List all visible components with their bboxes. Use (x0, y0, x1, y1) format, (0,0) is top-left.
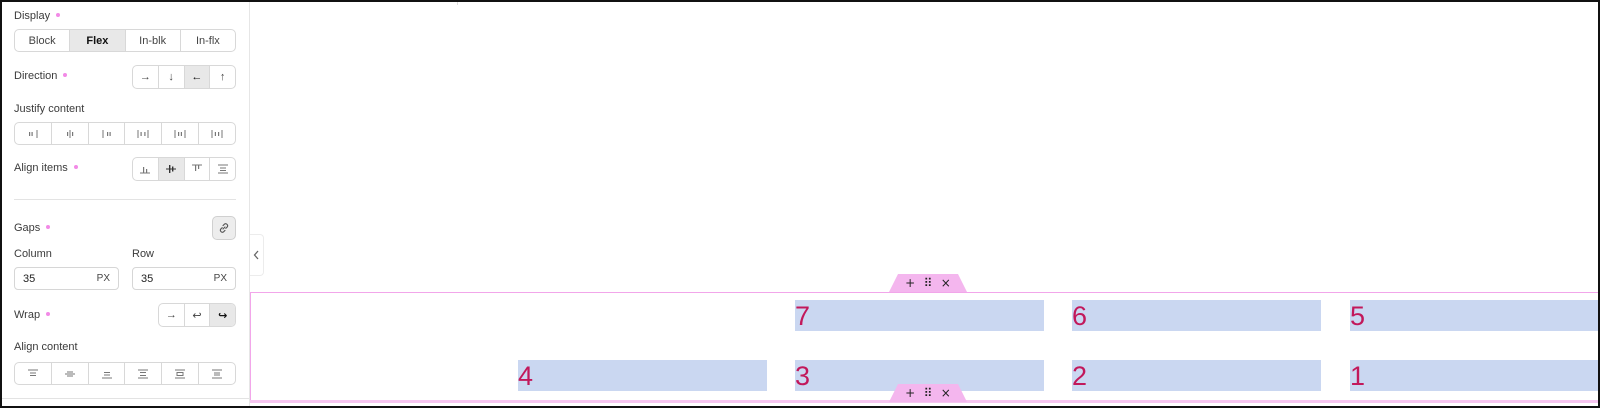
align-end-icon[interactable] (133, 158, 158, 180)
display-option-inline-block[interactable]: In-blk (124, 30, 180, 51)
nowrap-button[interactable]: → (159, 304, 184, 326)
remove-element-button[interactable]: × (941, 387, 951, 399)
column-gap-unit[interactable]: PX (97, 273, 110, 284)
flex-item-label: 7 (795, 301, 811, 331)
justify-content-label: Justify content (14, 103, 85, 115)
drag-handle-icon[interactable]: ⠿ (924, 277, 933, 289)
direction-row-button[interactable]: → (133, 66, 158, 88)
required-dot-icon (73, 165, 78, 170)
align-content-center-icon[interactable] (50, 363, 88, 384)
align-content-space-between-icon[interactable] (124, 363, 161, 384)
justify-space-between-icon[interactable] (124, 123, 161, 144)
row-gap-input[interactable]: 35 PX (132, 267, 236, 290)
wrap-label: Wrap (14, 309, 51, 321)
row-gap-value: 35 (141, 272, 154, 285)
direction-column-button[interactable]: ↓ (157, 66, 184, 88)
align-stretch-icon[interactable] (209, 158, 235, 180)
element-toolbar-top: + ⠿ × (889, 274, 967, 292)
justify-space-around-icon[interactable] (161, 123, 198, 144)
flex-item-2[interactable]: 2 (1072, 360, 1321, 391)
display-option-flex[interactable]: Flex (69, 30, 125, 51)
align-content-space-around-icon[interactable] (161, 363, 198, 384)
column-gap-input[interactable]: 35 PX (14, 267, 119, 290)
add-element-button[interactable]: + (905, 277, 915, 289)
direction-label: Direction (14, 70, 68, 82)
wrap-segmented-control: → ↩ ↪ (158, 303, 236, 327)
link-gaps-button[interactable] (212, 216, 236, 240)
direction-row-reverse-button[interactable]: ← (183, 66, 210, 88)
justify-center-icon[interactable] (50, 123, 88, 144)
direction-column-reverse-button[interactable]: ↑ (209, 66, 235, 88)
canvas-tick-mark (457, 2, 458, 5)
flex-item-label: 1 (1350, 361, 1366, 391)
link-icon (219, 223, 229, 233)
required-dot-icon (63, 73, 68, 78)
section-divider (2, 398, 249, 399)
display-segmented-control: Block Flex In-blk In-flx (14, 29, 236, 52)
align-center-icon[interactable] (157, 158, 184, 180)
style-sidebar: Display Block Flex In-blk In-flx Directi… (2, 2, 250, 406)
align-content-stretch-icon[interactable] (198, 363, 235, 384)
flex-item-label: 4 (518, 361, 534, 391)
flex-item-label: 6 (1072, 301, 1088, 331)
align-content-start-icon[interactable] (15, 363, 51, 384)
align-start-icon[interactable] (183, 158, 210, 180)
flex-item-4[interactable]: 4 (518, 360, 767, 391)
required-dot-icon (46, 312, 51, 317)
align-content-end-icon[interactable] (87, 363, 125, 384)
display-option-block[interactable]: Block (15, 30, 69, 51)
required-dot-icon (56, 13, 61, 18)
wrap-reverse-button[interactable]: ↪ (209, 304, 235, 326)
row-gap-label: Row (132, 248, 155, 260)
justify-content-segmented-control (14, 122, 236, 145)
justify-start-icon[interactable] (15, 123, 51, 144)
align-content-segmented-control (14, 362, 236, 385)
align-items-label: Align items (14, 162, 78, 174)
display-label: Display (14, 10, 61, 22)
flex-item-label: 2 (1072, 361, 1088, 391)
app-window: Display Block Flex In-blk In-flx Directi… (0, 0, 1600, 408)
justify-space-evenly-icon[interactable] (198, 123, 235, 144)
justify-end-icon[interactable] (87, 123, 125, 144)
flex-item-label: 5 (1350, 301, 1366, 331)
remove-element-button[interactable]: × (941, 277, 951, 289)
column-gap-label: Column (14, 248, 52, 260)
flex-item-6[interactable]: 6 (1072, 300, 1321, 331)
wrap-button[interactable]: ↩ (183, 304, 210, 326)
column-gap-value: 35 (23, 272, 36, 285)
align-items-segmented-control (132, 157, 236, 181)
required-dot-icon (46, 225, 51, 230)
flex-item-label: 3 (795, 361, 811, 391)
row-gap-unit[interactable]: PX (214, 273, 227, 284)
align-content-label: Align content (14, 341, 78, 353)
section-divider (14, 199, 236, 200)
drag-handle-icon[interactable]: ⠿ (924, 387, 933, 399)
flex-item-7[interactable]: 7 (795, 300, 1044, 331)
direction-segmented-control: → ↓ ← ↑ (132, 65, 236, 89)
element-toolbar-bottom: + ⠿ × (889, 384, 967, 402)
flex-item-1[interactable]: 1 (1350, 360, 1598, 391)
gaps-label: Gaps (14, 222, 51, 234)
add-element-button[interactable]: + (905, 387, 915, 399)
display-option-inline-flex[interactable]: In-flx (179, 30, 235, 51)
flex-item-5[interactable]: 5 (1350, 300, 1598, 331)
